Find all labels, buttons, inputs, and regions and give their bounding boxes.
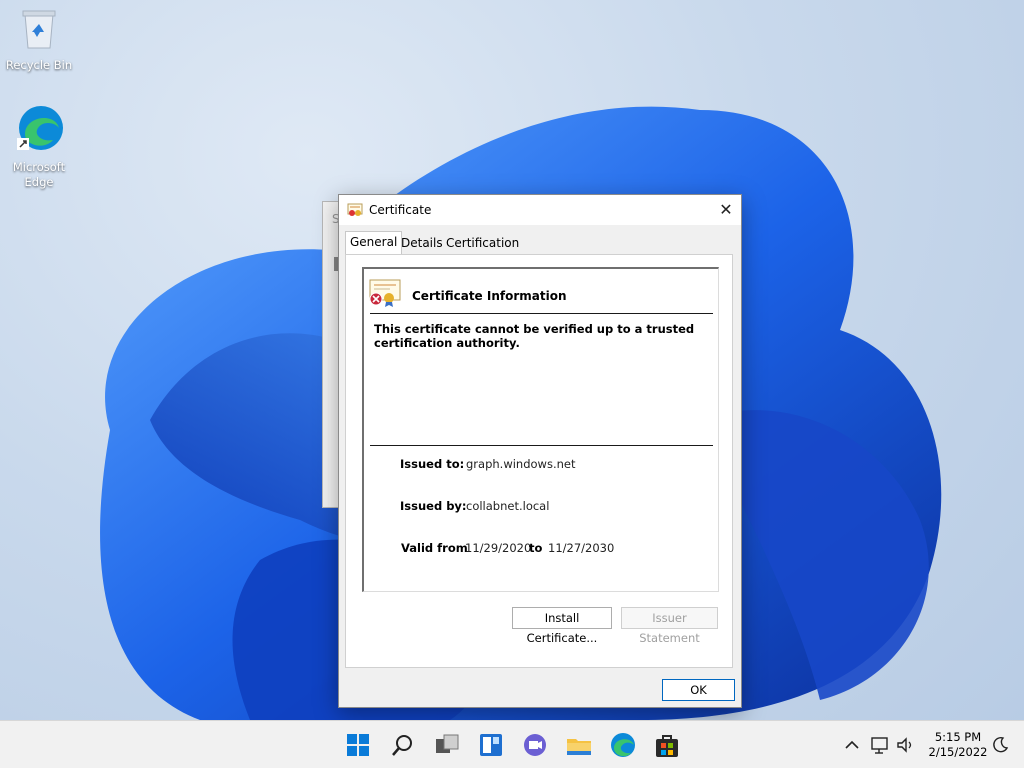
task-view-icon[interactable] (433, 731, 461, 759)
edge-icon (17, 106, 63, 150)
volume-icon[interactable] (895, 735, 915, 755)
store-icon[interactable] (653, 731, 681, 759)
recycle-bin-icon (22, 10, 56, 49)
clock-time: 5:15 PM (934, 730, 982, 744)
desktop-icon-recycle-bin[interactable]: Recycle Bin (4, 8, 74, 73)
tab-general[interactable]: General (345, 231, 403, 255)
tab-details[interactable]: Details (397, 233, 447, 253)
divider (370, 313, 713, 314)
network-icon[interactable] (870, 735, 890, 755)
issued-to-label: Issued to: (400, 457, 465, 471)
taskbar: 5:15 PM 2/15/2022 (0, 720, 1024, 768)
tab-certification-path[interactable]: Certification Path (442, 233, 523, 270)
general-tab-panel: Certificate Information This certificate… (345, 254, 733, 668)
chat-icon[interactable] (521, 731, 549, 759)
edge-icon[interactable] (609, 731, 637, 759)
valid-to-value: 11/27/2030 (548, 541, 615, 555)
chevron-up-icon[interactable] (842, 735, 862, 755)
file-explorer-icon[interactable] (565, 731, 593, 759)
divider (370, 445, 713, 446)
install-certificate-button[interactable]: Install Certificate... (512, 607, 612, 645)
clock-date: 2/15/2022 (928, 745, 988, 759)
certificate-warning-text: This certificate cannot be verified up t… (374, 322, 695, 350)
dialog-title: Certificate (369, 203, 432, 217)
issued-to-value: graph.windows.net (466, 457, 576, 471)
start-icon[interactable] (344, 731, 372, 759)
close-button[interactable]: ✕ (711, 195, 741, 225)
desktop-icon-edge[interactable]: Microsoft Edge (4, 104, 74, 190)
certificate-icon (347, 203, 363, 216)
dialog-titlebar[interactable]: Certificate ✕ (339, 195, 741, 225)
search-icon[interactable] (389, 731, 417, 759)
certificate-info-heading: Certificate Information (412, 289, 567, 303)
desktop-icon-label: Recycle Bin (5, 58, 73, 72)
clock[interactable]: 5:15 PM 2/15/2022 (928, 730, 988, 760)
certificate-error-icon (369, 279, 401, 307)
ok-button[interactable]: OK (662, 679, 735, 701)
valid-to-label: to (529, 541, 543, 555)
certificate-dialog: Certificate ✕ General Details Certificat… (338, 194, 742, 708)
focus-assist-icon[interactable] (990, 735, 1010, 755)
widgets-icon[interactable] (477, 731, 505, 759)
issuer-statement-button[interactable]: Issuer Statement (621, 607, 718, 645)
issued-by-value: collabnet.local (466, 499, 550, 513)
desktop-icon-label: Microsoft Edge (12, 160, 66, 189)
valid-from-value: 11/29/2020 (465, 541, 532, 555)
certificate-info-box: Certificate Information This certificate… (362, 267, 719, 592)
issued-by-label: Issued by: (400, 499, 467, 513)
valid-from-label: Valid from (401, 541, 468, 555)
